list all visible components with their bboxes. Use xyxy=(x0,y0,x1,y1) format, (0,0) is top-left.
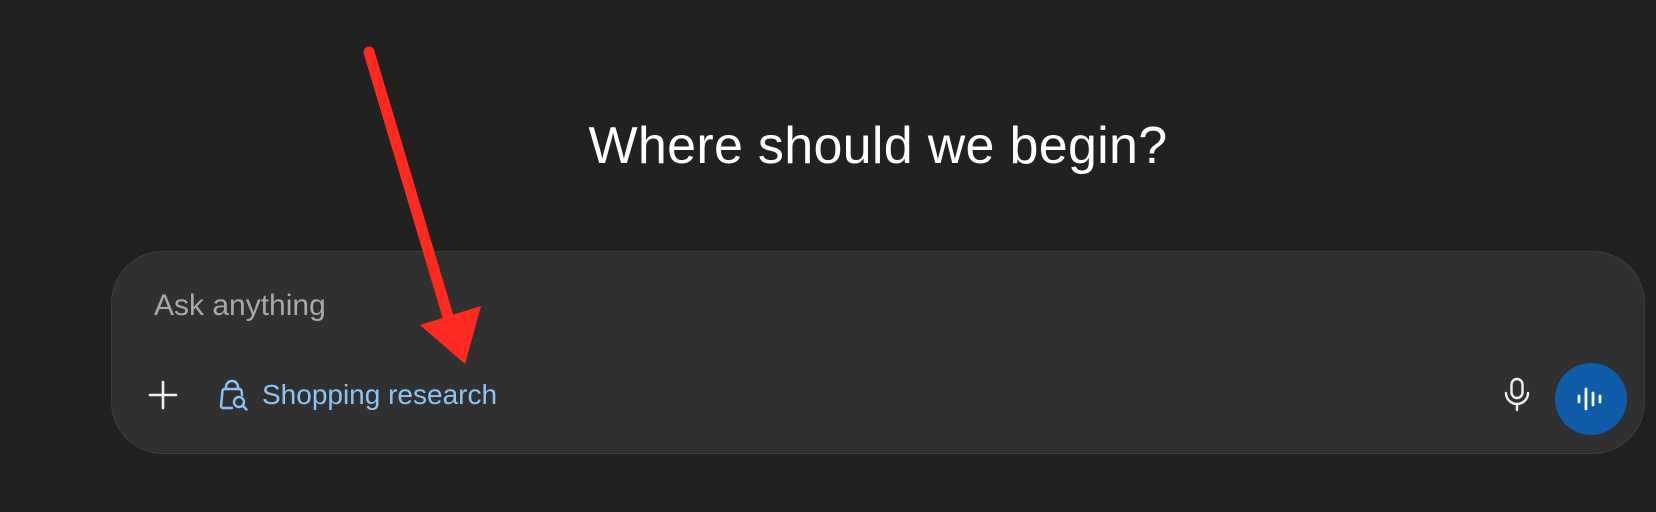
shopping-research-button[interactable]: Shopping research xyxy=(216,370,497,420)
microphone-icon xyxy=(1504,377,1530,412)
dictate-button[interactable] xyxy=(1492,370,1542,420)
prompt-composer: Shopping research xyxy=(111,251,1645,454)
voice-mode-button[interactable] xyxy=(1555,363,1627,435)
add-attachment-button[interactable] xyxy=(138,370,188,420)
page-heading: Where should we begin? xyxy=(588,117,1168,175)
shopping-research-label: Shopping research xyxy=(262,379,498,410)
ask-input[interactable] xyxy=(154,282,1454,330)
chat-home-page: Where should we begin? Shopping research xyxy=(0,0,1656,512)
shopping-bag-search-icon xyxy=(219,379,248,411)
plus-icon xyxy=(148,380,178,410)
voice-waveform-icon xyxy=(1577,387,1602,411)
